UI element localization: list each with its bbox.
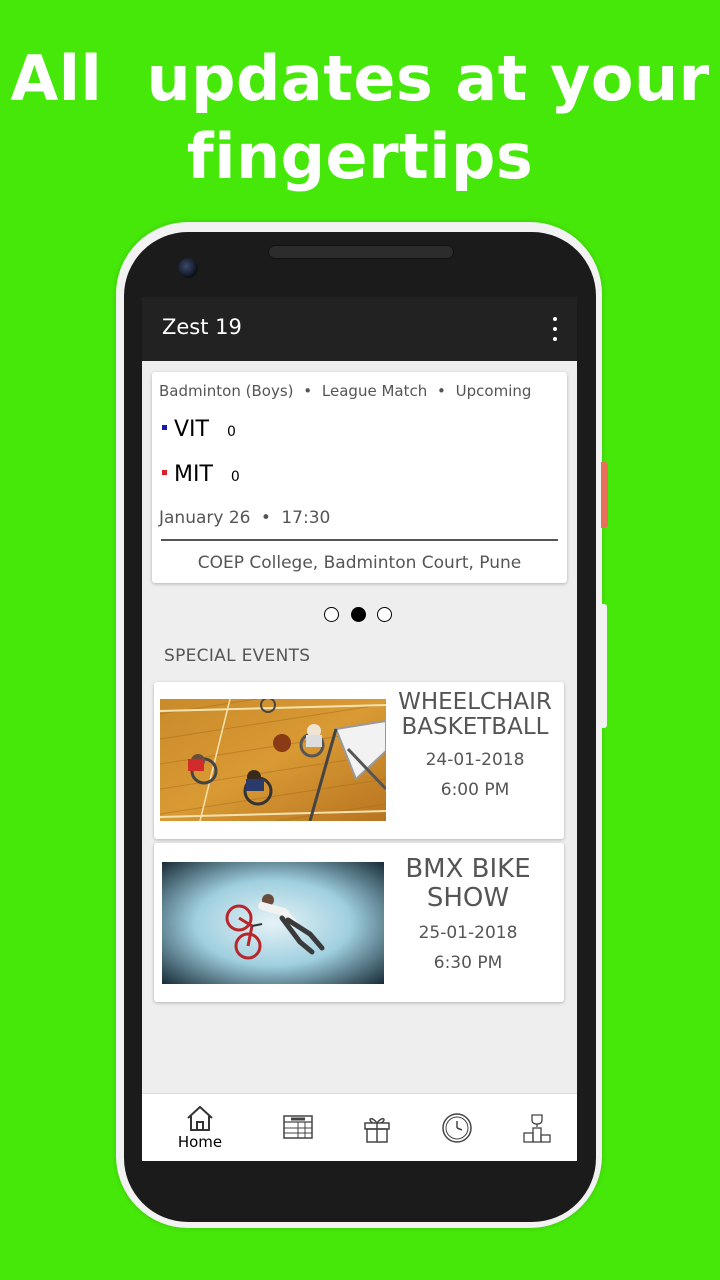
carousel-dot-1[interactable]	[324, 607, 339, 622]
promo-line-1: All updates at your	[10, 42, 710, 115]
phone-volume-button	[601, 604, 607, 728]
event-card-wheelchair-basketball[interactable]: WHEELCHAIR BASKETBALL 24-01-2018 6:00 PM	[154, 682, 564, 839]
divider	[161, 539, 558, 541]
nav-gifts[interactable]	[337, 1094, 417, 1161]
scoreboard-icon	[283, 1115, 313, 1139]
event-title: BMX BIKE SHOW	[378, 855, 558, 913]
team1-color-marker	[162, 424, 167, 430]
home-icon	[187, 1105, 213, 1131]
match-date: January 26	[159, 508, 251, 528]
team1-score: 0	[226, 424, 236, 440]
team2-score: 0	[230, 469, 240, 485]
match-time: 17:30	[281, 508, 331, 528]
app-screen: Zest 19 Badminton (Boys) • League Match …	[142, 297, 577, 1161]
event-time: 6:30 PM	[433, 953, 503, 973]
app-bar: Zest 19	[142, 297, 577, 361]
team-row-1: VIT 0	[162, 417, 236, 442]
event-time: 6:00 PM	[440, 780, 510, 800]
clock-icon	[442, 1113, 472, 1143]
carousel-indicator	[324, 607, 392, 623]
team-row-2: MIT 0	[162, 462, 240, 487]
promo-headline: All updates at your fingertips	[0, 40, 720, 196]
nav-home[interactable]: Home	[160, 1094, 240, 1161]
phone-camera	[178, 258, 198, 278]
section-title: SPECIAL EVENTS	[164, 646, 311, 666]
match-sport: Badminton (Boys)	[159, 382, 294, 400]
event-date: 24-01-2018	[425, 750, 525, 770]
match-status: Upcoming	[455, 382, 532, 400]
match-venue: COEP College, Badminton Court, Pune	[197, 553, 522, 573]
team1-name: VIT	[174, 417, 209, 442]
event-info: WHEELCHAIR BASKETBALL 24-01-2018 6:00 PM	[386, 690, 564, 801]
event-title-line2: BASKETBALL	[401, 714, 549, 740]
match-datetime: January 26 • 17:30	[159, 508, 331, 528]
team2-name: MIT	[174, 462, 213, 487]
nav-home-label: Home	[177, 1133, 223, 1151]
carousel-dot-2[interactable]	[350, 607, 366, 622]
nav-leaderboard[interactable]	[497, 1094, 577, 1161]
bottom-navigation: Home	[142, 1093, 577, 1161]
event-title: WHEELCHAIR BASKETBALL	[386, 690, 564, 740]
promo-line-2: fingertips	[186, 120, 534, 193]
event-date: 25-01-2018	[418, 923, 518, 943]
event-title-line1: BMX BIKE	[405, 854, 531, 884]
event-image	[162, 862, 384, 984]
team2-color-marker	[162, 469, 167, 475]
match-card[interactable]: Badminton (Boys) • League Match • Upcomi…	[152, 372, 567, 583]
phone-speaker	[268, 245, 454, 259]
match-stage: League Match	[321, 382, 428, 400]
app-title: Zest 19	[162, 315, 242, 339]
gift-icon	[364, 1117, 390, 1143]
event-title-line1: WHEELCHAIR	[398, 689, 552, 715]
carousel-dot-3[interactable]	[377, 607, 392, 622]
nav-schedule[interactable]	[417, 1094, 497, 1161]
match-meta: Badminton (Boys) • League Match • Upcomi…	[159, 382, 532, 400]
event-title-line2: SHOW	[426, 883, 510, 913]
event-card-bmx-bike-show[interactable]: BMX BIKE SHOW 25-01-2018 6:30 PM	[154, 843, 564, 1002]
event-info: BMX BIKE SHOW 25-01-2018 6:30 PM	[378, 855, 558, 974]
podium-icon	[523, 1114, 551, 1143]
overflow-menu-icon[interactable]	[551, 317, 559, 341]
nav-scoreboard[interactable]	[258, 1094, 338, 1161]
phone-power-button	[601, 462, 608, 528]
event-image	[160, 699, 386, 821]
